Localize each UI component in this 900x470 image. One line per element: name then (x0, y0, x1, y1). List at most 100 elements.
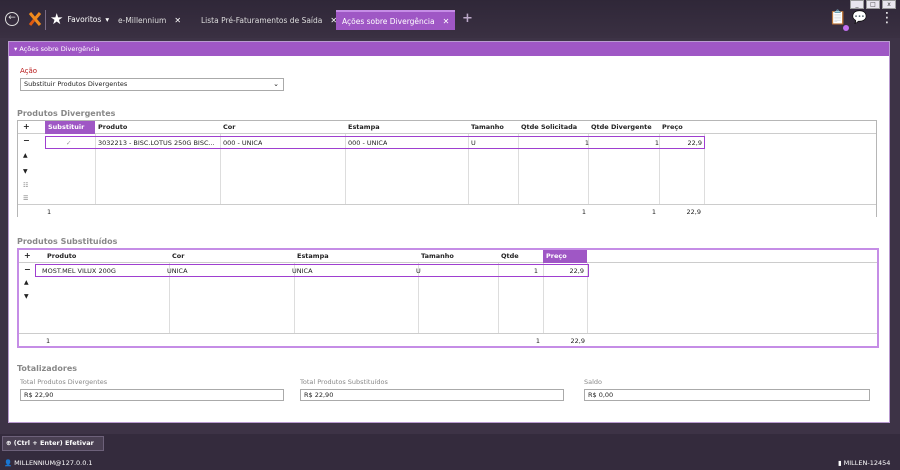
favorites-menu[interactable]: ★ Favoritos ▾ (50, 10, 110, 28)
status-server: ▮ MILLEN-12454 (838, 459, 890, 467)
bottom-bar: ⊕ (Ctrl + Enter) Efetivar 👤 MILLENNIUM@1… (0, 434, 900, 470)
footer-count: 1 (47, 208, 52, 216)
cell-estampa: UNICA (292, 267, 313, 275)
cell-qtde-divergente: 1 (654, 139, 659, 147)
grid-footer: 1 1 1 22,9 (18, 204, 876, 217)
cell-estampa: 000 - UNICA (348, 139, 388, 147)
divider (45, 10, 46, 30)
col-tamanho[interactable]: Tamanho (418, 250, 454, 263)
move-down-icon[interactable]: ▼ (24, 293, 29, 300)
col-produto[interactable]: Produto (44, 250, 76, 263)
move-down-icon[interactable]: ▼ (23, 168, 28, 175)
close-icon[interactable]: ✕ (443, 17, 450, 26)
col-preco[interactable]: Preço (543, 250, 587, 263)
efetivar-label: (Ctrl + Enter) Efetivar (13, 439, 94, 447)
list-filter-icon[interactable]: ☷ (23, 182, 28, 189)
acao-label: Ação (20, 67, 38, 75)
checkbox-icon[interactable]: ✓ (66, 138, 71, 148)
tab-label: Ações sobre Divergência (342, 16, 435, 26)
chevron-down-icon: ▾ (105, 14, 110, 24)
move-up-icon[interactable]: ▲ (24, 279, 29, 286)
cell-produto: MOST.MEL VILUX 200G (42, 267, 116, 275)
minimize-button[interactable]: _ (850, 0, 864, 9)
panel-header[interactable]: ▾ Ações sobre Divergência (9, 42, 889, 56)
millennium-logo-icon (28, 12, 42, 26)
clipboard-icon[interactable]: 📋 (829, 10, 846, 26)
remove-row-icon[interactable]: − (23, 136, 30, 145)
substituidos-grid: Produto Cor Estampa Tamanho Qtde Preço +… (17, 248, 879, 348)
star-icon: ★ (50, 10, 64, 28)
add-tab-button[interactable]: + (462, 11, 473, 26)
col-tamanho[interactable]: Tamanho (468, 121, 504, 134)
grid-header: Substituir Produto Cor Estampa Tamanho Q… (18, 121, 876, 134)
user-label: MILLENNIUM@127.0.0.1 (14, 459, 93, 467)
saldo-field[interactable]: R$ 0,00 (584, 389, 870, 401)
col-qtde-divergente[interactable]: Qtde Divergente (588, 121, 652, 134)
total-divergentes-field[interactable]: R$ 22,90 (20, 389, 284, 401)
col-estampa[interactable]: Estampa (294, 250, 329, 263)
tab-label: e-Millennium (118, 15, 167, 25)
user-icon: 👤 (4, 459, 13, 467)
total-substituidos-field[interactable]: R$ 22,90 (300, 389, 564, 401)
table-row[interactable]: MOST.MEL VILUX 200G UNICA UNICA U 1 22,9 (35, 264, 589, 277)
section-substituidos: Produtos Substituídos (17, 237, 118, 246)
cell-produto: 3032213 - BISC.LOTUS 250G BISC... (98, 139, 215, 147)
col-qtde-solicitada[interactable]: Qtde Solicitada (518, 121, 577, 134)
col-estampa[interactable]: Estampa (345, 121, 380, 134)
col-cor[interactable]: Cor (220, 121, 235, 134)
efetivar-button[interactable]: ⊕ (Ctrl + Enter) Efetivar (2, 436, 104, 451)
window-controls: _ □ x (850, 0, 896, 9)
server-icon: ▮ (838, 459, 842, 467)
section-divergentes: Produtos Divergentes (17, 109, 116, 118)
cell-tamanho: U (416, 267, 421, 275)
efetivar-icon: ⊕ (6, 439, 12, 447)
cell-preco: 22,9 (687, 139, 702, 147)
col-substituir[interactable]: Substituir (45, 121, 95, 134)
col-cor[interactable]: Cor (169, 250, 184, 263)
close-window-button[interactable]: x (882, 0, 896, 9)
remove-row-icon[interactable]: − (24, 265, 31, 274)
cell-cor: 000 - UNICA (223, 139, 263, 147)
tab-e-millennium[interactable]: e-Millennium ✕ (112, 10, 187, 30)
cell-tamanho: U (471, 139, 476, 147)
back-icon[interactable]: ← (5, 12, 19, 26)
maximize-button[interactable]: □ (866, 0, 880, 9)
cell-cor: UNICA (167, 267, 188, 275)
chevron-down-icon: ⌄ (273, 80, 279, 88)
total-divergentes-label: Total Produtos Divergentes (20, 378, 108, 386)
move-up-icon[interactable]: ▲ (23, 152, 28, 159)
notification-dot (843, 25, 849, 31)
grid-footer: 1 1 22,9 (19, 333, 877, 346)
acao-select[interactable]: Substituir Produtos Divergentes ⌄ (20, 78, 284, 91)
more-menu-icon[interactable]: ⋮ (880, 10, 894, 26)
acoes-panel: ▾ Ações sobre Divergência Ação Substitui… (8, 41, 890, 423)
col-qtde[interactable]: Qtde (498, 250, 519, 263)
title-bar: _ □ x ← ★ Favoritos ▾ e-Millennium ✕ Lis… (0, 0, 900, 38)
cell-qtde-solicitada: 1 (584, 139, 589, 147)
list-tree-icon[interactable]: ☰ (23, 195, 28, 202)
table-row[interactable]: ✓ 3032213 - BISC.LOTUS 250G BISC... 000 … (45, 136, 705, 149)
close-icon[interactable]: ✕ (174, 16, 181, 25)
section-totalizadores: Totalizadores (17, 364, 78, 373)
cell-qtde: 1 (533, 267, 538, 275)
server-label: MILLEN-12454 (843, 459, 891, 467)
favorites-label: Favoritos (67, 14, 102, 24)
footer-preco: 22,9 (686, 208, 701, 216)
col-produto[interactable]: Produto (95, 121, 127, 134)
chat-icon[interactable]: 💬 (852, 10, 867, 24)
saldo-label: Saldo (584, 378, 603, 386)
col-preco[interactable]: Preço (659, 121, 683, 134)
acao-value: Substituir Produtos Divergentes (24, 80, 128, 88)
status-user: 👤 MILLENNIUM@127.0.0.1 (4, 459, 93, 467)
cell-preco: 22,9 (569, 267, 584, 275)
tab-acoes-divergencia[interactable]: Ações sobre Divergência ✕ (336, 10, 456, 30)
footer-count: 1 (46, 337, 51, 345)
tab-lista-pre-faturamentos[interactable]: Lista Pré-Faturamentos de Saída ✕ (195, 10, 343, 30)
divergentes-grid: Substituir Produto Cor Estampa Tamanho Q… (17, 120, 877, 217)
footer-qtde-divergente: 1 (651, 208, 656, 216)
add-row-icon[interactable]: + (24, 251, 31, 260)
footer-preco: 22,9 (570, 337, 585, 345)
add-row-icon[interactable]: + (23, 122, 30, 131)
footer-qtde: 1 (535, 337, 540, 345)
grid-header: Produto Cor Estampa Tamanho Qtde Preço (19, 250, 877, 263)
